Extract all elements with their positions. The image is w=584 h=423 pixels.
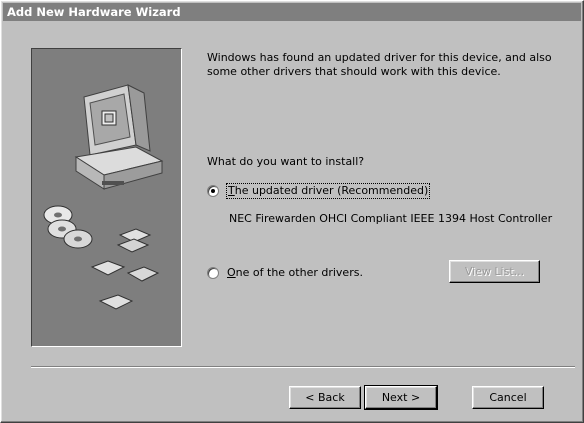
hardware-illustration-icon xyxy=(43,84,164,310)
cd-disc-icon xyxy=(43,205,93,249)
button-separator xyxy=(31,366,575,368)
cancel-button[interactable]: Cancel xyxy=(472,386,544,409)
computer-icon xyxy=(74,84,164,190)
window-title: Add New Hardware Wizard xyxy=(7,5,181,19)
updated-driver-radio[interactable] xyxy=(207,185,219,197)
updated-driver-label[interactable]: The updated driver (Recommended) xyxy=(225,183,431,199)
wizard-illustration xyxy=(31,48,182,347)
floppy-disk-icon xyxy=(90,228,160,310)
back-button[interactable]: < Back xyxy=(289,386,361,409)
next-button[interactable]: Next > xyxy=(364,385,438,410)
driver-description: NEC Firewarden OHCI Compliant IEEE 1394 … xyxy=(229,212,553,225)
other-drivers-radio[interactable] xyxy=(207,267,219,279)
other-drivers-label[interactable]: One of the other drivers. xyxy=(227,266,363,280)
intro-message: Windows has found an updated driver for … xyxy=(207,51,552,78)
install-question: What do you want to install? xyxy=(207,155,365,168)
title-bar[interactable]: Add New Hardware Wizard xyxy=(3,3,581,21)
wizard-window: Add New Hardware Wizard Windows has foun… xyxy=(0,0,584,423)
view-list-button[interactable]: View List... xyxy=(449,260,540,283)
option-updated-driver[interactable]: The updated driver (Recommended) xyxy=(207,183,431,199)
option-other-drivers[interactable]: One of the other drivers. xyxy=(207,266,363,280)
